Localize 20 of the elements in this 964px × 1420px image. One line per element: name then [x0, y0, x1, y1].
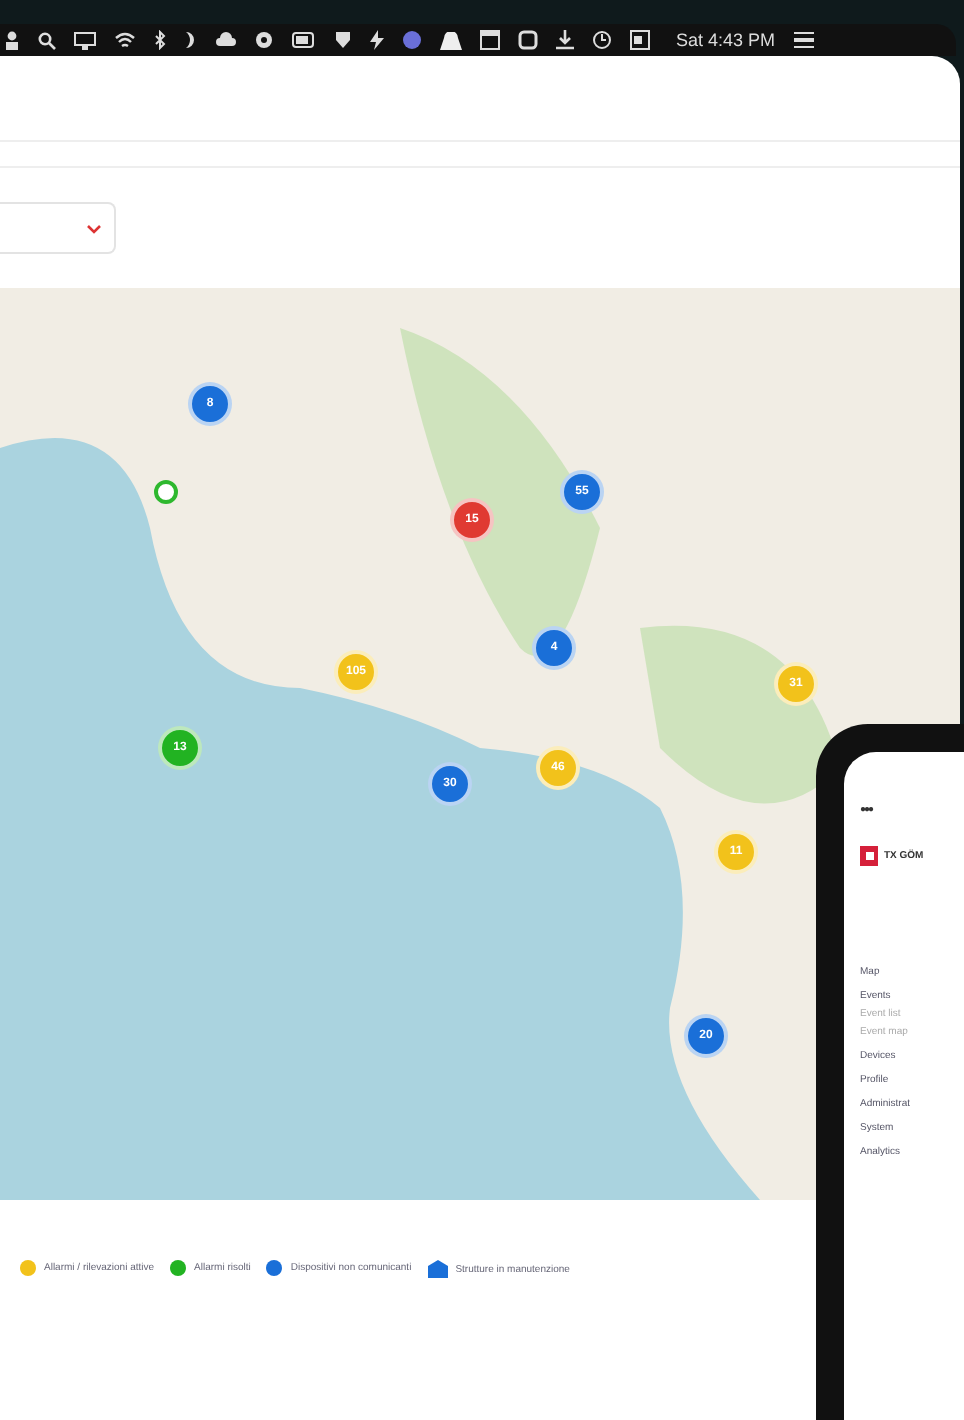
download-icon[interactable]: [556, 30, 574, 50]
shield-icon[interactable]: [334, 30, 352, 50]
menu-icon[interactable]: [793, 32, 814, 48]
lightning-icon[interactable]: [370, 30, 384, 50]
moon-icon[interactable]: [184, 30, 198, 50]
cloud-icon[interactable]: [216, 32, 236, 48]
wifi-icon[interactable]: [114, 31, 136, 49]
clock-text: Sat 4:43 PM: [676, 30, 776, 50]
chevron-icon: [86, 223, 102, 233]
bluetooth-icon[interactable]: [154, 30, 166, 50]
circle-icon[interactable]: [402, 30, 422, 50]
person-icon[interactable]: [4, 30, 20, 50]
square-icon[interactable]: [518, 30, 538, 50]
battery-icon[interactable]: [292, 32, 316, 48]
search-icon[interactable]: [38, 31, 56, 49]
calendar-icon[interactable]: [480, 30, 500, 50]
logo-icon: [860, 846, 878, 866]
clock-icon[interactable]: [592, 30, 612, 50]
display-icon[interactable]: [74, 31, 96, 49]
window-icon[interactable]: [630, 30, 650, 50]
